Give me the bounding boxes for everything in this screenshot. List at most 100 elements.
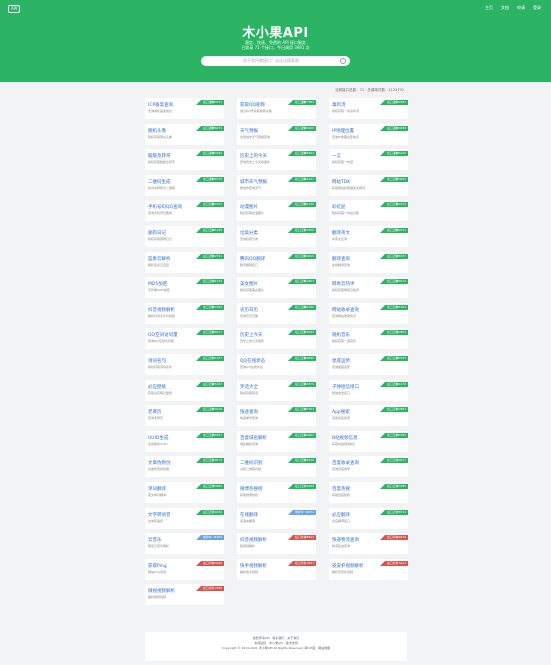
api-title[interactable]: 必应翻译	[332, 512, 350, 518]
api-card[interactable]: 历史上的今天 查询历史上今天的事件 接口正常 1185662	[237, 149, 316, 171]
api-card[interactable]: QQ空间访问量 查询QQ空间访问量 接口正常 398417	[145, 328, 224, 350]
api-card[interactable]: 快递物流查询 物流轨迹查询 接口异常 19476	[329, 533, 408, 555]
api-title[interactable]: 子弹短信接口	[332, 384, 359, 390]
api-title[interactable]: 必应壁纸	[148, 384, 166, 390]
api-card[interactable]: 垃圾分类 查询垃圾分类 接口正常 713350	[237, 226, 316, 247]
api-title[interactable]: 二维码生成	[148, 179, 171, 185]
api-card[interactable]: 一言 随机获取一句话 接口正常 1045220	[329, 149, 408, 171]
api-title[interactable]: 抖音视频解析	[148, 307, 175, 313]
api-card[interactable]: 微博热搜榜 获取微博热搜 接口正常 72648	[237, 482, 316, 503]
api-card[interactable]: 抖音视频解析 解析抖音无水印视频 接口正常 467093	[145, 302, 224, 324]
api-card[interactable]: 文字转语音 文本转语音 接口正常 54326	[145, 507, 224, 529]
api-title[interactable]: 动漫图片	[240, 204, 258, 210]
api-title[interactable]: 翻译英文	[332, 230, 350, 236]
api-title[interactable]: UUID生成	[148, 435, 168, 441]
api-title[interactable]: 云音乐	[148, 537, 162, 543]
api-card[interactable]: 快手视频解析 解析快手视频 接口异常 9637	[237, 558, 316, 580]
api-card[interactable]: 在线翻译 多语言翻译 维护中 46071	[237, 507, 316, 529]
api-card[interactable]: 彩虹屁 随机获取一句彩虹屁 接口正常 792214	[329, 200, 408, 222]
api-card[interactable]: MD5加密 字符串MD5加密 接口正常 541276	[145, 277, 224, 299]
api-card[interactable]: 必应翻译 必应翻译接口 接口正常 38714	[329, 507, 408, 529]
api-title[interactable]: 随机音乐	[332, 332, 350, 338]
api-card[interactable]: 获取QQ昵称 通过QQ号获取昵称头像 接口正常 4977985	[237, 98, 316, 119]
api-title[interactable]: 二维码识别	[240, 460, 263, 466]
api-title[interactable]: 历史上的今天	[240, 153, 267, 159]
api-title[interactable]: QQ在线状态	[240, 358, 265, 364]
api-title[interactable]: 微视视频解析	[148, 588, 175, 594]
api-title[interactable]: 诗词名句	[148, 358, 166, 364]
api-title[interactable]: 百度域名解析	[240, 435, 267, 441]
api-title[interactable]: 抖音视频解析	[240, 537, 267, 543]
api-title[interactable]: 随机头像	[148, 128, 166, 134]
api-title[interactable]: 文字转语音	[148, 512, 171, 518]
api-card[interactable]: 手机号码QQ查询 查询手机号归属地 接口正常 884701	[145, 200, 224, 222]
api-title[interactable]: ICP备案查询	[148, 102, 173, 108]
nav-item[interactable]: 文档	[501, 5, 509, 11]
api-title[interactable]: 彩虹屁	[332, 204, 346, 210]
api-card[interactable]: 舔狗日记 随机获取舔狗日记 接口正常 751428	[145, 226, 224, 247]
api-title[interactable]: 星座运势	[332, 358, 350, 364]
api-card[interactable]: 皮皮虾视频解析 解析皮皮虾视频 接口异常 5421	[329, 558, 408, 580]
nav-item[interactable]: 登录	[533, 5, 541, 11]
api-card[interactable]: 动漫图片 随机获取动漫图片 接口正常 861235	[237, 200, 316, 222]
api-title[interactable]: 百度热搜	[332, 486, 350, 492]
api-card[interactable]: 翻译英文 中英文互译 接口正常 689132	[329, 226, 408, 247]
api-title[interactable]: 网站收录查询	[332, 307, 359, 313]
api-title[interactable]: 脑筋急转弯	[148, 153, 171, 159]
api-title[interactable]: 百度收录查询	[332, 460, 359, 466]
api-title[interactable]: 老黄历	[148, 409, 162, 415]
api-title[interactable]: App搜索	[332, 409, 350, 415]
api-card[interactable]: 笑话大全 随机获取笑话 接口正常 243579	[237, 379, 316, 401]
api-title[interactable]: 获取QQ昵称	[240, 102, 265, 108]
api-title[interactable]: 在线翻译	[240, 512, 258, 518]
api-title[interactable]: 皮皮虾视频解析	[332, 563, 364, 569]
api-title[interactable]: 蓝奏云解析	[148, 256, 171, 262]
api-title[interactable]: 天气预报	[240, 128, 258, 134]
api-card[interactable]: 获取Ping 网站Ping测试 接口异常 14208	[145, 558, 224, 580]
api-card[interactable]: 百度热搜 获取百度热搜 接口正常 63185	[329, 482, 408, 503]
api-card[interactable]: App搜索 应用商店搜索 接口正常 172893	[329, 405, 408, 427]
api-title[interactable]: 文章伪原创	[148, 460, 171, 466]
nav-item[interactable]: 申请	[517, 5, 525, 11]
api-card[interactable]: 天气预报 全国城市天气预报查询 接口正常 1543208	[237, 123, 316, 145]
api-card[interactable]: 百度域名解析 域名解析查询 接口正常 143662	[237, 430, 316, 452]
api-title[interactable]: 垃圾分类	[240, 230, 258, 236]
api-title[interactable]: 城市天气预报	[240, 179, 267, 185]
api-card[interactable]: 抖音视频解析 短视频解析 接口异常 25813	[237, 533, 316, 555]
api-card[interactable]: 翻译查询 在线翻译查询 接口正常 598337	[329, 251, 408, 273]
api-card[interactable]: 二维码生成 将文本转换为二维码 接口正常 1038776	[145, 174, 224, 196]
api-card[interactable]: 历史上今天 历史上的今天事件 接口正常 376592	[237, 328, 316, 350]
api-card[interactable]: 百度收录查询 查询百度收录 接口正常 94217	[329, 456, 408, 478]
api-title[interactable]: 一言	[332, 153, 341, 159]
logo[interactable]: API	[8, 5, 20, 13]
api-title[interactable]: 快递物流查询	[332, 537, 359, 543]
api-title[interactable]: 微博热搜榜	[240, 486, 263, 492]
api-title[interactable]: 单词翻译	[148, 486, 166, 492]
nav-item[interactable]: 主页	[485, 5, 493, 11]
api-title[interactable]: 翻译查询	[332, 256, 350, 262]
api-card[interactable]: 老黄历 查询老黄历 接口正常 203916	[145, 405, 224, 427]
api-title[interactable]: 腾讯QQ翻译	[240, 256, 265, 262]
api-title[interactable]: 历史上今天	[240, 332, 263, 338]
api-card[interactable]: 随机音乐 随机获取一首音乐 接口正常 352804	[329, 328, 408, 350]
api-card[interactable]: 星座运势 查询星座运势 接口正常 287633	[329, 354, 408, 375]
api-card[interactable]: 蓝奏云解析 解析蓝奏云直链 接口正常 652781	[145, 251, 224, 273]
api-title[interactable]: 毒鸡汤	[332, 102, 346, 108]
search-bar[interactable]: 找不到所需接口？去试试搜索吧	[201, 56, 350, 66]
api-card[interactable]: 子弹短信接口 短信发送接口 接口正常 221478	[329, 379, 408, 401]
api-card[interactable]: 城市天气预报 按城市查询天气 接口正常 952147	[237, 174, 316, 196]
api-card[interactable]: 网站TDK 获取网站标题描述关键词 接口正常 903855	[329, 174, 408, 196]
api-card[interactable]: 毒鸡汤 随机获取一条毒鸡汤 接口正常 2172981	[329, 98, 408, 119]
api-card[interactable]: ICP备案查询 查询域名备案信息 接口正常 9084731	[145, 98, 224, 119]
api-card[interactable]: UUID生成 生成随机UUID 接口正常 158307	[145, 430, 224, 452]
api-card[interactable]: 腾讯QQ翻译 腾讯翻译接口 接口正常 624019	[237, 251, 316, 273]
api-title[interactable]: B站视频信息	[332, 435, 358, 441]
api-title[interactable]: 获取Ping	[148, 563, 167, 569]
api-card[interactable]: 网易云热评 随机获取网易云热评 接口正常 498215	[329, 277, 408, 299]
api-title[interactable]: 网站TDK	[332, 179, 350, 185]
api-card[interactable]: QQ在线状态 查询QQ在线状态 接口正常 309846	[237, 354, 316, 375]
api-title[interactable]: 舔狗日记	[148, 230, 166, 236]
api-title[interactable]: 快手视频解析	[240, 563, 267, 569]
api-title[interactable]: 农历日历	[240, 307, 258, 313]
api-title[interactable]: 笑话大全	[240, 384, 258, 390]
